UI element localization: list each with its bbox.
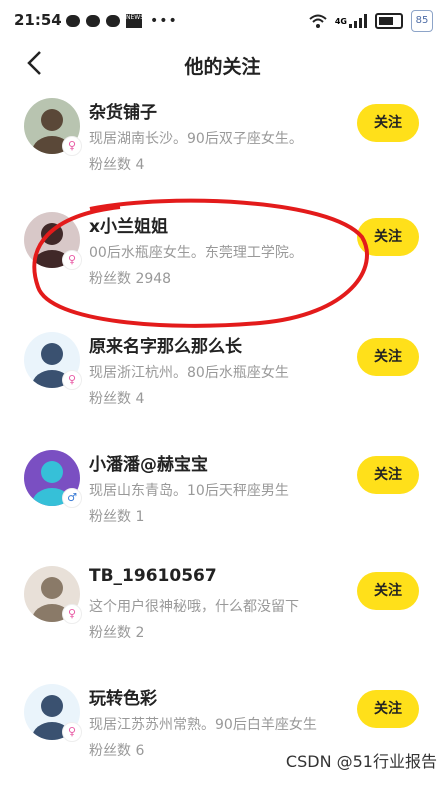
message-icon [66, 15, 80, 27]
follow-button[interactable]: 关注 [357, 218, 419, 256]
user-name[interactable]: TB_19610567 [89, 566, 217, 586]
female-icon: ♀ [62, 370, 82, 390]
battery-icon [375, 13, 403, 29]
fans-count: 粉丝数 2948 [89, 271, 172, 287]
female-icon: ♀ [62, 722, 82, 742]
female-icon: ♀ [62, 250, 82, 270]
male-icon: ♂ [62, 488, 82, 508]
user-description: 现居山东青岛。10后天秤座男生 [89, 483, 289, 499]
user-name[interactable]: 杂货铺子 [89, 98, 157, 123]
user-description: 现居浙江杭州。80后水瓶座女生 [89, 365, 289, 381]
fans-count: 粉丝数 4 [89, 391, 145, 407]
list-item[interactable]: ♂ 小潘潘@赫宝宝现居山东青岛。10后天秤座男生 粉丝数 1 关注 [0, 450, 445, 568]
fans-count: 粉丝数 4 [89, 157, 145, 173]
chat-icon [86, 15, 100, 27]
floating-badge[interactable]: 85 [411, 10, 433, 32]
user-description: 这个用户很神秘哦，什么都没留下 [89, 599, 299, 615]
follow-button[interactable]: 关注 [357, 104, 419, 142]
fans-count: 粉丝数 2 [89, 625, 145, 641]
network-label: 4G [334, 16, 347, 26]
user-description: 现居江苏苏州常熟。90后白羊座女生 [89, 717, 317, 733]
fans-count: 粉丝数 1 [89, 509, 145, 525]
chat-icon [106, 15, 120, 27]
watermark: CSDN @51行业报告 [285, 752, 437, 771]
more-icon: ••• [150, 13, 178, 29]
user-name[interactable]: 小潘潘@赫宝宝 [89, 450, 208, 475]
follow-button[interactable]: 关注 [357, 338, 419, 376]
user-description: 00后水瓶座女生。东莞理工学院。 [89, 245, 303, 261]
nav-bar: 他的关注 [0, 40, 445, 86]
list-item[interactable]: ♀ x小兰姐姐 00后水瓶座女生。东莞理工学院。 粉丝数 2948 关注 [0, 212, 445, 330]
female-icon: ♀ [62, 136, 82, 156]
list-item[interactable]: ♀ 原来名字那么那么长现居浙江杭州。80后水瓶座女生 粉丝数 4 关注 [0, 332, 445, 450]
female-icon: ♀ [62, 604, 82, 624]
list-item[interactable]: ♀ 玩转色彩现居江苏苏州常熟。90后白羊座女生 粉丝数 6 关注 [0, 684, 445, 802]
user-name[interactable]: 玩转色彩 [89, 684, 157, 709]
notification-icons: NEWS ••• [66, 13, 178, 29]
list-item[interactable]: ♀ 杂货铺子现居湖南长沙。90后双子座女生。 粉丝数 4 关注 [0, 98, 445, 216]
page-title: 他的关注 [184, 56, 261, 78]
list-item[interactable]: ♀ TB_19610567 这个用户很神秘哦，什么都没留下 粉丝数 2 关注 [0, 566, 445, 684]
wifi-icon [309, 14, 327, 28]
user-name[interactable]: x小兰姐姐 [89, 212, 168, 237]
user-description: 现居湖南长沙。90后双子座女生。 [89, 131, 303, 147]
user-name[interactable]: 原来名字那么那么长 [89, 332, 242, 357]
status-time: 21:54 [14, 11, 62, 29]
signal-icon [349, 14, 367, 28]
news-icon: NEWS [126, 14, 144, 28]
status-bar: 21:54 NEWS ••• 4G 85 [0, 0, 445, 40]
fans-count: 粉丝数 6 [89, 743, 145, 759]
follow-button[interactable]: 关注 [357, 572, 419, 610]
status-right: 4G 85 [309, 10, 433, 32]
follow-button[interactable]: 关注 [357, 456, 419, 494]
follow-button[interactable]: 关注 [357, 690, 419, 728]
